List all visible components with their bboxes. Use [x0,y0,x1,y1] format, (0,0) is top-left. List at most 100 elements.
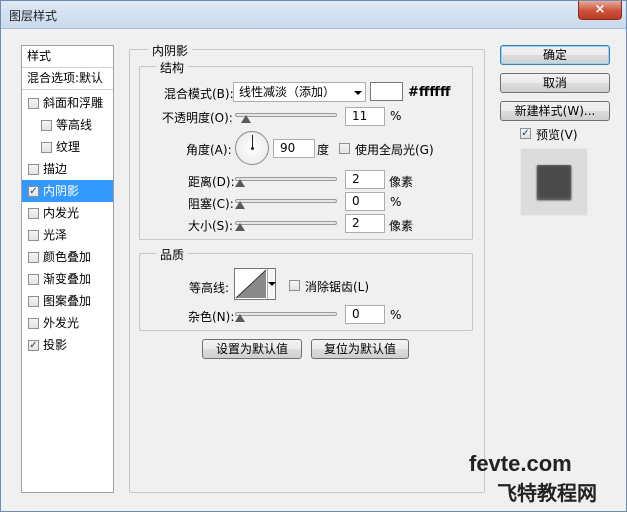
sidebar-item-checkbox[interactable] [41,120,52,131]
angle-dial[interactable] [235,131,269,165]
style-preview-swatch [537,165,571,199]
sidebar-item-checkbox[interactable] [41,142,52,153]
set-as-default-button[interactable]: 设置为默认值 [202,339,302,359]
preview-checkbox[interactable]: ✓ [520,128,531,139]
antialias-checkbox[interactable] [289,280,300,291]
angle-input[interactable]: 90 [273,139,315,158]
sidebar-item-label: 渐变叠加 [43,272,92,286]
chevron-down-icon [268,282,276,286]
sidebar-item[interactable]: 描边 [22,158,113,180]
choke-input[interactable]: 0 [345,192,385,211]
style-preview-thumbnail [520,148,588,216]
window-title: 图层样式 [9,9,58,23]
size-input[interactable]: 2 [345,214,385,233]
watermark-site: fevte.com [469,451,572,476]
sidebar-item-checkbox[interactable]: ✓ [28,186,39,197]
size-slider-thumb[interactable] [235,223,245,231]
opacity-slider-thumb[interactable] [241,115,251,123]
sidebar-item[interactable]: ✓ 内阴影 [22,180,113,202]
sidebar-item-label: 颜色叠加 [43,250,92,264]
angle-unit: 度 [317,143,330,157]
close-button[interactable]: × [578,1,622,20]
opacity-label: 不透明度(O): [162,111,233,125]
color-hex-text: #ffffff [408,85,451,100]
blend-mode-select[interactable]: 线性减淡（添加） [233,82,366,102]
opacity-input[interactable]: 11 [345,107,385,126]
sidebar-item[interactable]: 渐变叠加 [22,268,113,290]
sidebar-item[interactable]: ✓ 投影 [22,334,113,356]
sidebar-item-checkbox[interactable] [28,230,39,241]
sidebar-item[interactable]: 纹理 [22,136,113,158]
styles-header[interactable]: 样式 [22,46,113,68]
sidebar-item[interactable]: 图案叠加 [22,290,113,312]
contour-picker[interactable] [234,268,276,300]
antialias-label: 消除锯齿(L) [305,280,370,294]
sidebar-item-label: 斜面和浮雕 [43,96,104,110]
sidebar-item-checkbox[interactable] [28,98,39,109]
sidebar-item-checkbox[interactable] [28,318,39,329]
contour-dropdown-button[interactable] [267,269,276,299]
sidebar-item[interactable]: 外发光 [22,312,113,334]
sidebar-item-label: 图案叠加 [43,294,92,308]
sidebar-item-checkbox[interactable]: ✓ [28,340,39,351]
global-light-label: 使用全局光(G) [355,143,434,157]
watermark-name: 飞特教程网 [497,483,597,505]
sidebar-item-checkbox[interactable] [28,252,39,263]
sidebar-item-checkbox[interactable] [28,296,39,307]
global-light-checkbox[interactable] [339,143,350,154]
sidebar-item-label: 内发光 [43,206,80,220]
noise-slider[interactable] [235,312,337,316]
sidebar-item-label: 光泽 [43,228,68,242]
opacity-unit: % [390,109,402,123]
noise-slider-thumb[interactable] [235,314,245,322]
quality-label: 品质 [156,246,189,263]
panel-title: 内阴影 [148,42,193,59]
sidebar-item[interactable]: 斜面和浮雕 [22,92,113,114]
sidebar-item-label: 描边 [43,162,68,176]
choke-unit: % [390,195,402,209]
contour-curve-icon [235,269,267,299]
sidebar-item-label: 外发光 [43,316,80,330]
sidebar-item[interactable]: 内发光 [22,202,113,224]
distance-slider[interactable] [235,177,337,181]
new-style-button[interactable]: 新建样式(W)... [500,101,610,121]
styles-list: 样式 混合选项:默认 斜面和浮雕等高线纹理描边 ✓ 内阴影内发光光泽颜色叠加渐变叠加… [21,45,114,493]
blending-options-item[interactable]: 混合选项:默认 [22,68,113,90]
ok-button[interactable]: 确定 [500,45,610,65]
sidebar-item-label: 纹理 [56,140,81,154]
angle-label: 角度(A): [186,143,232,157]
sidebar-item-label: 内阴影 [43,184,80,198]
size-slider[interactable] [235,221,337,225]
distance-unit: 像素 [389,175,414,189]
sidebar-item-checkbox[interactable] [28,274,39,285]
sidebar-item[interactable]: 颜色叠加 [22,246,113,268]
noise-input[interactable]: 0 [345,305,385,324]
sidebar-item-checkbox[interactable] [28,208,39,219]
size-label: 大小(S): [188,219,234,233]
sidebar-item-label: 投影 [43,338,68,352]
choke-slider[interactable] [235,199,337,203]
layer-style-dialog: 图层样式 × 样式 混合选项:默认 斜面和浮雕等高线纹理描边 ✓ 内阴影内发光光泽颜… [0,0,627,512]
noise-unit: % [390,308,402,322]
distance-label: 距离(D): [188,175,235,189]
sidebar-item-label: 等高线 [56,118,93,132]
blend-mode-label: 混合模式(B): [164,87,234,101]
sidebar-item[interactable]: 等高线 [22,114,113,136]
preview-label: 预览(V) [536,128,578,142]
sidebar-item[interactable]: 光泽 [22,224,113,246]
contour-label: 等高线: [189,281,230,295]
structure-label: 结构 [156,59,189,76]
cancel-button[interactable]: 取消 [500,73,610,93]
size-unit: 像素 [389,219,414,233]
distance-input[interactable]: 2 [345,170,385,189]
reset-to-default-button[interactable]: 复位为默认值 [311,339,409,359]
color-swatch[interactable] [370,82,403,101]
choke-slider-thumb[interactable] [235,201,245,209]
distance-slider-thumb[interactable] [235,179,245,187]
chevron-down-icon [354,91,362,95]
choke-label: 阻塞(C): [188,197,234,211]
sidebar-item-checkbox[interactable] [28,164,39,175]
angle-dial-center [251,147,254,150]
title-bar: 图层样式 × [1,1,626,29]
noise-label: 杂色(N): [188,310,235,324]
